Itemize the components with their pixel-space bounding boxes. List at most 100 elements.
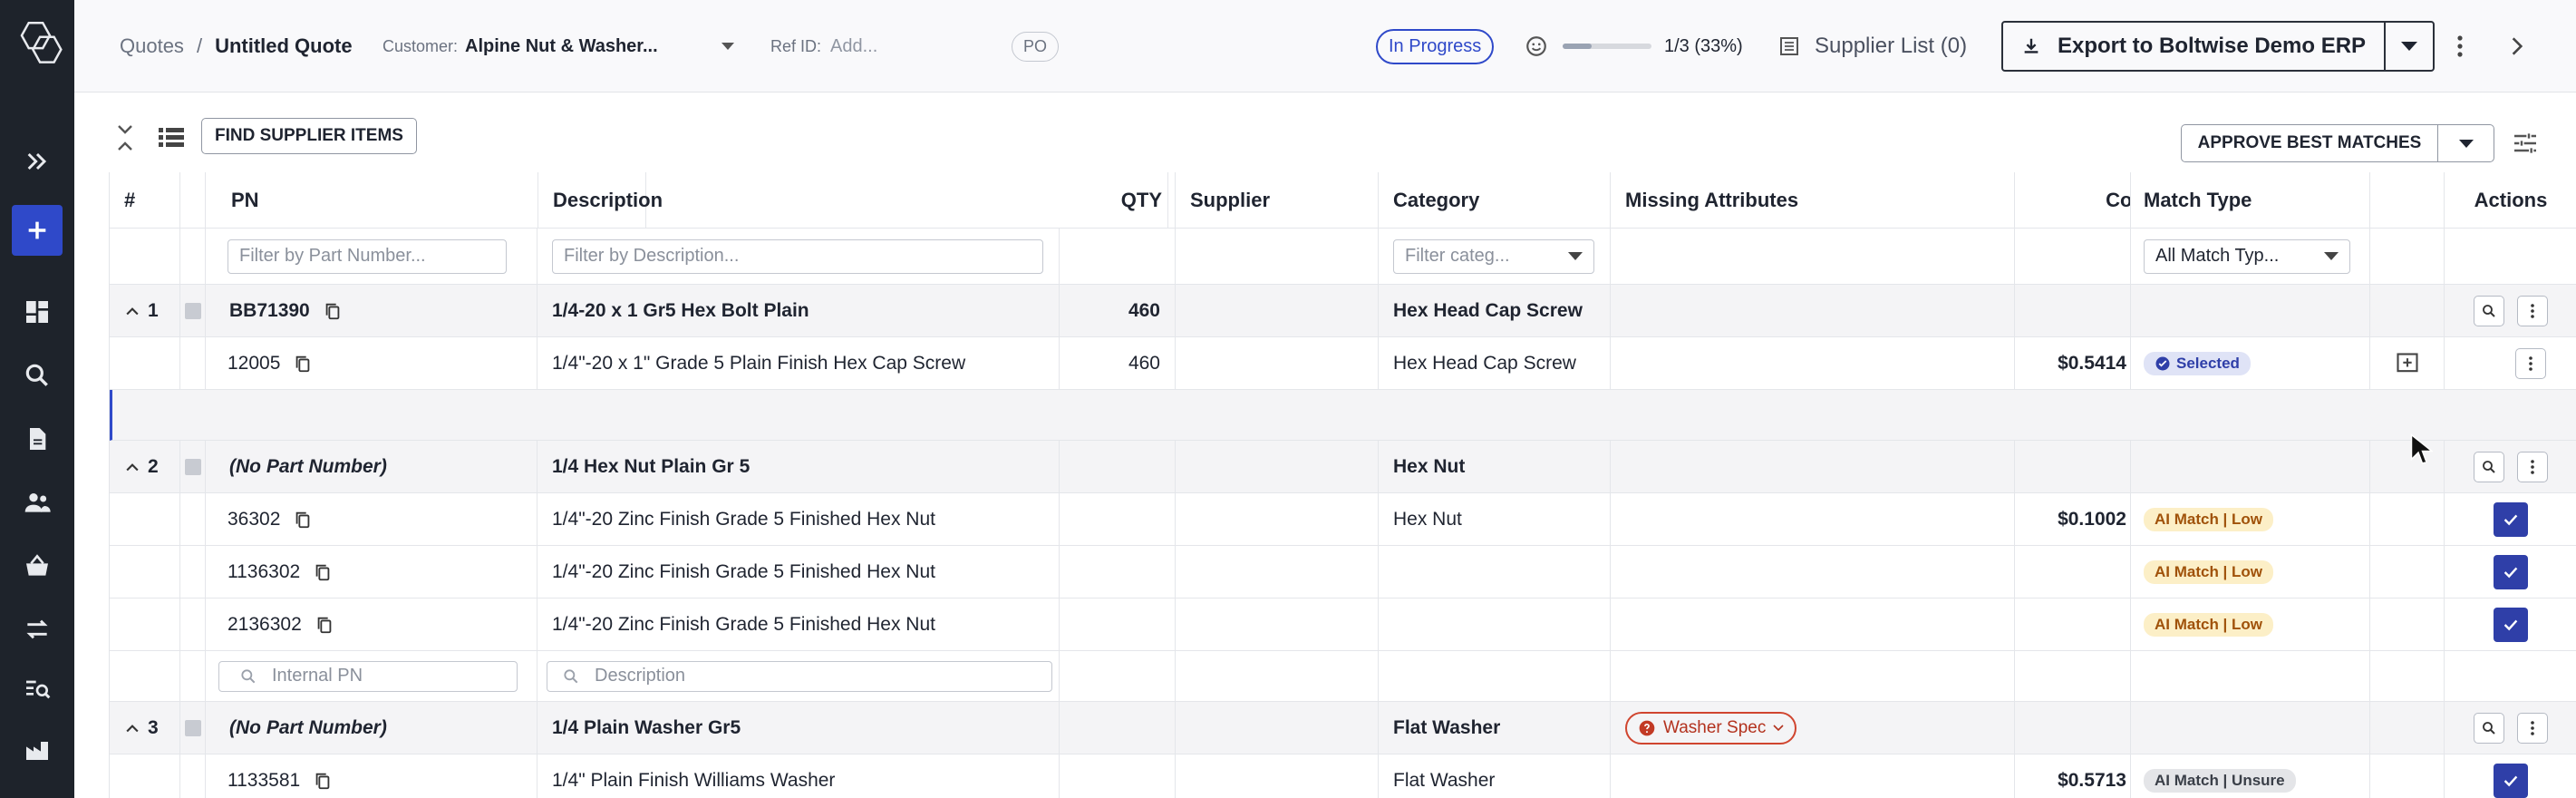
table-row-group-2[interactable]: 2 (No Part Number) 1/4 Hex Nut Plain Gr … [110, 441, 2576, 493]
copy-icon[interactable] [313, 562, 333, 582]
check-circle-icon [2155, 356, 2170, 370]
col-header-match-type[interactable]: Match Type [2131, 172, 2370, 228]
mouse-cursor-icon [2409, 433, 2435, 466]
approve-checkbox[interactable] [2494, 501, 2528, 537]
dashboard-icon[interactable] [0, 285, 74, 339]
help-icon [184, 302, 201, 319]
table-row-group-3[interactable]: 3 (No Part Number) 1/4 Plain Washer Gr5 … [110, 702, 2576, 754]
list-icon [1780, 37, 1798, 55]
add-to-list-icon[interactable] [2395, 351, 2420, 376]
export-dropdown-button[interactable] [2384, 23, 2433, 70]
col-header-cost-label: Cost [2106, 188, 2131, 211]
copy-icon[interactable] [323, 301, 343, 321]
search-icon[interactable] [2474, 712, 2504, 744]
quote-items-grid: # PN Description QTY Supplier Category M… [109, 172, 2576, 798]
find-supplier-items-button[interactable]: FIND SUPPLIER ITEMS [201, 118, 417, 154]
table-row-supplier-item[interactable]: 12005 1/4"-20 x 1" Grade 5 Plain Finish … [110, 337, 2576, 390]
filter-match-type-label: All Match Typ... [2155, 246, 2280, 266]
search-icon[interactable] [2474, 451, 2504, 482]
help-circle-icon [1639, 720, 1655, 735]
ref-id-label: Ref ID: [770, 36, 822, 55]
customer-label: Customer: [383, 36, 459, 55]
more-options-icon[interactable] [2515, 347, 2546, 379]
ref-id-input[interactable]: Add... [830, 36, 877, 57]
filter-category-select[interactable]: Filter categ... [1393, 238, 1594, 274]
customer-select[interactable]: Customer: Alpine Nut & Washer... [383, 0, 734, 92]
search-list-icon[interactable] [0, 662, 74, 716]
document-icon[interactable] [0, 412, 74, 466]
logo-icon[interactable] [0, 9, 74, 82]
chevron-up-icon[interactable] [126, 462, 139, 472]
transfer-icon[interactable] [0, 602, 74, 657]
list-view-icon[interactable] [158, 126, 185, 150]
chevron-right-icon[interactable] [2505, 0, 2529, 92]
col-header-supplier[interactable]: Supplier [1176, 172, 1379, 228]
internal-pn-search-input[interactable]: Internal PN [218, 660, 518, 692]
col-header-num[interactable]: # [110, 172, 180, 228]
copy-icon[interactable] [313, 771, 333, 791]
copy-icon[interactable] [315, 615, 334, 635]
missing-attribute-chip[interactable]: Washer Spec [1625, 711, 1797, 744]
basket-icon[interactable] [0, 539, 74, 593]
match-badge-ai-low: AI Match | Low [2144, 507, 2274, 531]
status-badge[interactable]: In Progress [1376, 28, 1495, 64]
item-description: 1/4"-20 Zinc Finish Grade 5 Finished Hex… [537, 493, 1060, 545]
col-header-missing-attributes[interactable]: Missing Attributes [1611, 172, 2015, 228]
users-icon[interactable] [0, 475, 74, 530]
collapse-all-icon[interactable] [114, 123, 136, 152]
search-icon [241, 668, 256, 683]
filter-match-type-select[interactable]: All Match Typ... [2144, 238, 2350, 274]
item-category: Hex Head Cap Screw [1379, 337, 1611, 389]
more-options-icon[interactable] [2517, 712, 2548, 744]
approve-dropdown-button[interactable] [2437, 125, 2494, 161]
export-button[interactable]: Export to Boltwise Demo ERP [2003, 23, 2384, 70]
part-number: BB71390 [229, 299, 310, 321]
filter-description-input[interactable]: Filter by Description... [552, 238, 1043, 274]
approve-checkbox[interactable] [2494, 763, 2528, 798]
item-description: 1/4 Plain Washer Gr5 [537, 702, 1060, 754]
supplier-list-label: Supplier List (0) [1815, 34, 1968, 58]
ref-id-field[interactable]: Ref ID: Add... [770, 0, 877, 92]
factory-icon[interactable] [0, 722, 74, 776]
chevron-up-icon[interactable] [126, 307, 139, 316]
chevron-down-icon [2458, 139, 2474, 148]
item-qty: 460 [1060, 337, 1176, 389]
search-icon[interactable] [2474, 295, 2504, 326]
table-row-supplier-item[interactable]: 36302 1/4"-20 Zinc Finish Grade 5 Finish… [110, 493, 2576, 546]
item-category: Hex Nut [1379, 441, 1611, 492]
more-options-icon[interactable] [2517, 451, 2548, 482]
table-row-supplier-item[interactable]: 1133581 1/4" Plain Finish Williams Washe… [110, 754, 2576, 798]
breadcrumb-quotes[interactable]: Quotes [120, 34, 184, 58]
expand-sidebar-icon[interactable] [0, 134, 74, 189]
quote-title[interactable]: Untitled Quote [215, 34, 353, 58]
copy-icon[interactable] [293, 510, 313, 530]
item-description: 1/4 Hex Nut Plain Gr 5 [537, 441, 1060, 492]
check-icon [2503, 775, 2518, 786]
progress-indicator: 1/3 (33%) [1525, 0, 1743, 92]
copy-icon[interactable] [293, 354, 313, 374]
table-row-group-1[interactable]: 1 BB71390 1/4-20 x 1 Gr5 Hex Bolt Plain … [110, 285, 2576, 337]
col-header-cost[interactable]: Cost [2015, 172, 2131, 228]
chevron-up-icon[interactable] [126, 724, 139, 733]
tune-icon[interactable] [2511, 129, 2540, 158]
col-header-qty[interactable]: QTY [1060, 172, 1176, 228]
chevron-down-icon [2324, 252, 2339, 260]
item-category: Flat Washer [1379, 754, 1611, 798]
description-search-input[interactable]: Description [547, 660, 1052, 692]
supplier-list-button[interactable]: Supplier List (0) [1778, 0, 1967, 92]
col-header-category[interactable]: Category [1379, 172, 1611, 228]
add-icon[interactable] [12, 205, 63, 256]
more-options-icon[interactable] [2456, 0, 2464, 92]
table-row-supplier-item[interactable]: 1136302 1/4"-20 Zinc Finish Grade 5 Fini… [110, 546, 2576, 598]
filter-part-number-input[interactable]: Filter by Part Number... [228, 238, 507, 274]
match-badge-ai-unsure: AI Match | Unsure [2144, 768, 2296, 793]
table-row-supplier-item[interactable]: 2136302 1/4"-20 Zinc Finish Grade 5 Fini… [110, 598, 2576, 651]
search-icon[interactable] [0, 348, 74, 403]
po-badge[interactable]: PO [1012, 31, 1060, 62]
item-qty: 460 [1060, 285, 1176, 336]
approve-checkbox[interactable] [2494, 554, 2528, 589]
more-options-icon[interactable] [2517, 295, 2548, 326]
approve-best-matches-button[interactable]: APPROVE BEST MATCHES [2182, 125, 2437, 161]
export-button-group: Export to Boltwise Demo ERP [2001, 21, 2436, 72]
approve-checkbox[interactable] [2494, 607, 2528, 642]
